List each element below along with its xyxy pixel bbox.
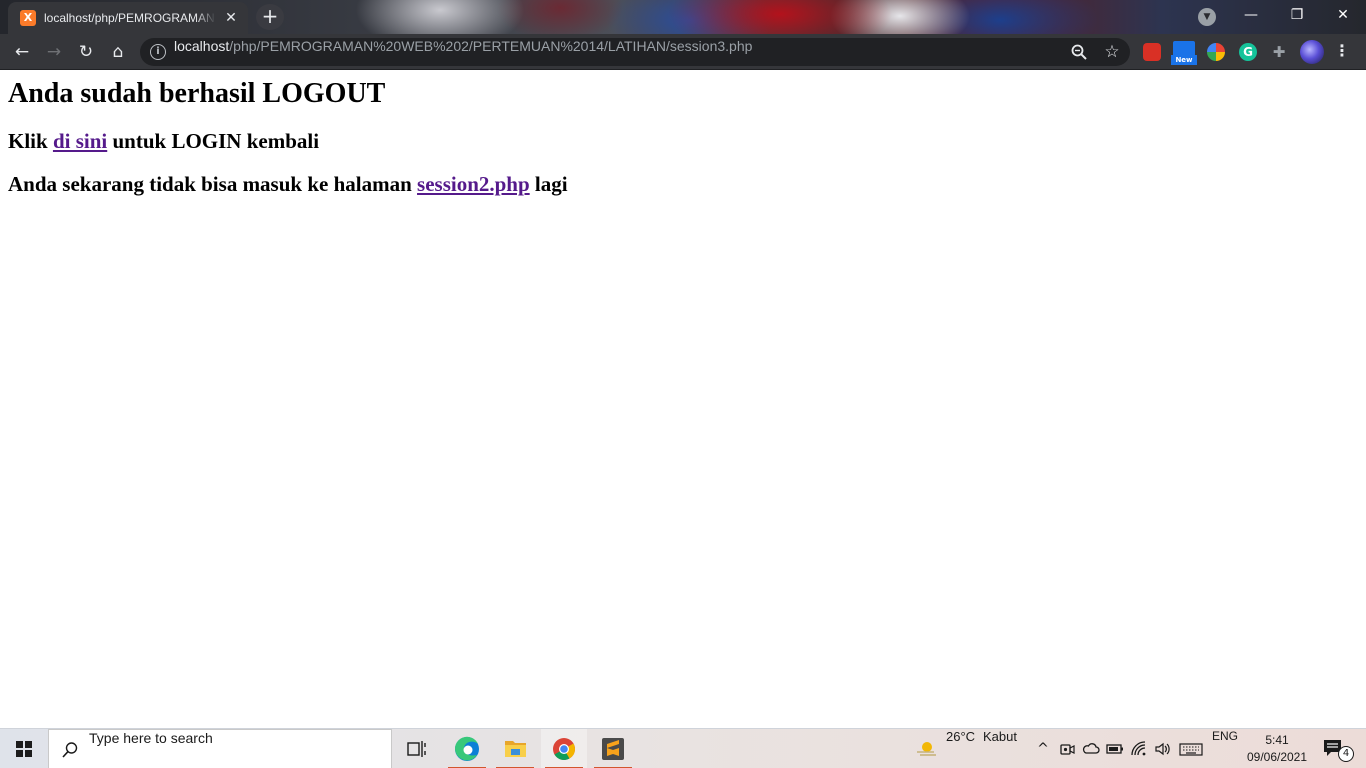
weather-fog-icon[interactable]	[914, 739, 938, 759]
login-text-before: Klik	[8, 129, 53, 153]
chrome-taskbar-button[interactable]	[541, 729, 587, 768]
input-language[interactable]: ENG	[1212, 729, 1238, 768]
sublime-text-taskbar-button[interactable]	[590, 729, 636, 768]
site-info-icon[interactable]: i	[150, 44, 166, 60]
tab-search-icon[interactable]: ▼	[1198, 8, 1216, 26]
action-center-button[interactable]: 4	[1322, 738, 1354, 762]
edge-taskbar-button[interactable]	[444, 729, 490, 768]
url-text[interactable]: localhost/php/PEMROGRAMAN%20WEB%202/PERT…	[174, 38, 752, 66]
extensions-puzzle-icon[interactable]: ✚	[1270, 43, 1288, 61]
url-host: localhost	[174, 38, 230, 54]
weather-condition[interactable]: Kabut	[983, 729, 1017, 768]
edge-icon	[454, 736, 479, 761]
notification-count-badge: 4	[1338, 746, 1354, 762]
back-button[interactable]: ←	[8, 38, 36, 66]
url-path: /php/PEMROGRAMAN%20WEB%202/PERTEMUAN%201…	[229, 38, 753, 54]
new-tab-button[interactable]: +	[256, 4, 284, 30]
sublime-text-icon	[602, 738, 624, 760]
battery-icon[interactable]	[1106, 740, 1124, 758]
grammarly-icon[interactable]: G	[1239, 43, 1257, 61]
session-notice: Anda sekarang tidak bisa masuk ke halama…	[8, 170, 568, 198]
keyboard-icon[interactable]	[1179, 740, 1203, 758]
taskbar: Type here to search 26°C Kabut ^ ENG 5:4…	[0, 728, 1366, 768]
login-text-after: untuk LOGIN kembali	[107, 129, 320, 153]
clock-time: 5:41	[1265, 733, 1289, 747]
close-window-button[interactable]: ✕	[1320, 0, 1366, 30]
bookmark-star-icon[interactable]: ☆	[1102, 40, 1122, 64]
weather-temperature[interactable]: 26°C	[946, 729, 975, 768]
tray-chevron-icon[interactable]: ^	[1034, 740, 1052, 758]
address-bar[interactable]: i localhost/php/PEMROGRAMAN%20WEB%202/PE…	[140, 38, 1130, 66]
meet-now-icon[interactable]	[1058, 740, 1076, 758]
login-instruction: Klik di sini untuk LOGIN kembali	[8, 127, 319, 155]
browser-toolbar: ← → ↻ ⌂ i localhost/php/PEMROGRAMAN%20WE…	[0, 34, 1366, 70]
search-placeholder: Type here to search	[89, 730, 213, 746]
extension-color-icon[interactable]	[1207, 43, 1225, 61]
extension-new-badge: New	[1171, 55, 1197, 65]
session-text-before: Anda sekarang tidak bisa masuk ke halama…	[8, 172, 418, 196]
windows-logo-icon	[16, 741, 32, 757]
start-button[interactable]	[0, 729, 48, 768]
reload-button[interactable]: ↻	[72, 38, 100, 66]
page-content: Anda sudah berhasil LOGOUT Klik di sini …	[0, 71, 1366, 728]
chrome-icon	[553, 738, 575, 760]
restore-button[interactable]: ❐	[1274, 0, 1320, 30]
session2-link[interactable]: session2.php	[417, 172, 530, 196]
session-text-after: lagi	[529, 172, 568, 196]
minimize-button[interactable]: —	[1228, 0, 1274, 30]
search-icon	[62, 742, 78, 758]
home-button[interactable]: ⌂	[104, 38, 132, 66]
forward-button[interactable]: →	[40, 38, 68, 66]
task-view-button[interactable]	[394, 729, 440, 768]
volume-icon[interactable]	[1154, 740, 1172, 758]
tab-title: localhost/php/PEMROGRAMAN WEB 2/PERTEMUA…	[44, 11, 216, 25]
wifi-icon[interactable]	[1130, 740, 1148, 758]
profile-avatar[interactable]	[1300, 40, 1324, 64]
zoom-icon[interactable]	[1070, 43, 1088, 61]
taskbar-search-box[interactable]: Type here to search	[48, 729, 392, 768]
browser-tab-strip: X localhost/php/PEMROGRAMAN WEB 2/PERTEM…	[0, 0, 1366, 34]
page-title: Anda sudah berhasil LOGOUT	[8, 78, 386, 109]
onedrive-icon[interactable]	[1082, 740, 1100, 758]
extension-new-icon[interactable]: New	[1171, 41, 1197, 65]
xampp-favicon-icon: X	[20, 10, 36, 26]
folder-icon	[505, 741, 526, 757]
login-link[interactable]: di sini	[53, 129, 107, 153]
file-explorer-taskbar-button[interactable]	[492, 729, 538, 768]
clock-date: 09/06/2021	[1246, 750, 1308, 764]
tab-close-icon[interactable]: ✕	[222, 9, 240, 27]
extension-red-shield-icon[interactable]	[1143, 43, 1161, 61]
browser-tab-active[interactable]: X localhost/php/PEMROGRAMAN WEB 2/PERTEM…	[8, 2, 248, 34]
browser-menu-icon[interactable]: ⋮	[1334, 40, 1350, 64]
clock[interactable]: 5:41 09/06/2021	[1240, 732, 1314, 766]
task-view-icon	[407, 741, 426, 757]
